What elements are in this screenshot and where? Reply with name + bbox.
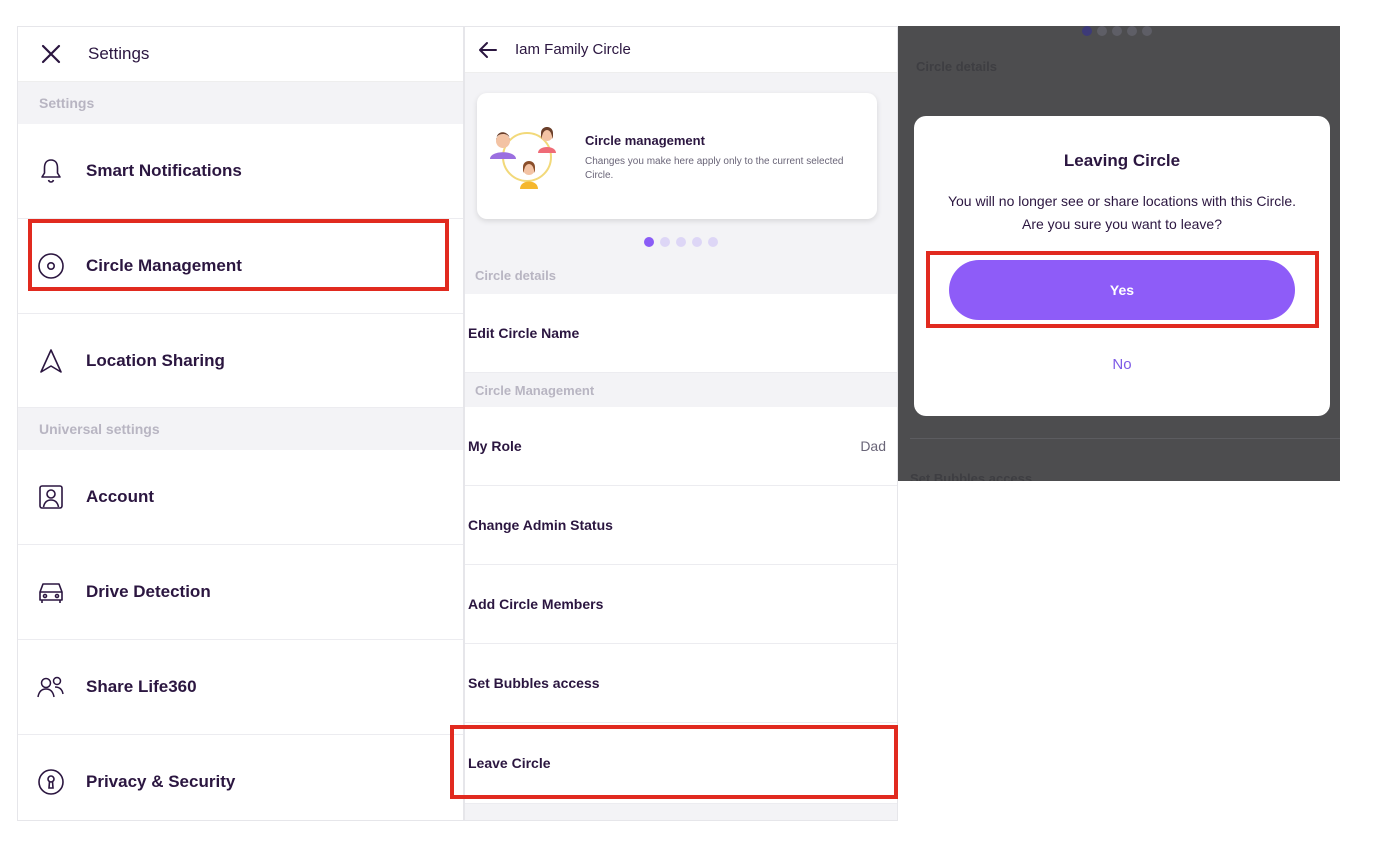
- row-label: My Role: [468, 438, 522, 454]
- section-header-settings: Settings: [18, 82, 463, 124]
- circle-header: Iam Family Circle: [465, 27, 897, 73]
- settings-item-label: Account: [86, 487, 154, 506]
- account-icon: [36, 482, 66, 512]
- dialog-panel: Circle details Set Bubbles access Leavin…: [898, 26, 1340, 481]
- carousel-dot[interactable]: [660, 237, 670, 247]
- car-icon: [36, 577, 66, 607]
- carousel-dot[interactable]: [676, 237, 686, 247]
- share-users-icon: [36, 672, 66, 702]
- dialog-message-line: You will no longer see or share location…: [947, 193, 1297, 209]
- info-card[interactable]: Circle management Changes you make here …: [477, 93, 877, 219]
- page-title: Settings: [88, 44, 150, 63]
- carousel-dot: [1097, 26, 1107, 36]
- my-role-row[interactable]: My Role Dad: [465, 407, 897, 486]
- settings-item-account[interactable]: Account: [18, 450, 463, 545]
- background-pagination: [1082, 26, 1152, 36]
- circle-title: Iam Family Circle: [515, 41, 631, 58]
- carousel-dot: [1082, 26, 1092, 36]
- carousel-dot[interactable]: [708, 237, 718, 247]
- carousel-dot: [1112, 26, 1122, 36]
- back-button[interactable]: [475, 37, 501, 63]
- close-button[interactable]: [36, 39, 66, 69]
- background-divider: [910, 438, 1340, 439]
- settings-panel: Settings Settings Smart Notifications Ci…: [17, 26, 464, 821]
- circle-panel: Iam Family Circle Circle management Chan…: [464, 26, 898, 821]
- carousel-dot[interactable]: [644, 237, 654, 247]
- settings-item-label: Privacy & Security: [86, 772, 236, 791]
- leave-circle-row[interactable]: Leave Circle: [465, 723, 897, 804]
- navigation-icon: [36, 346, 66, 376]
- dialog-title: Leaving Circle: [1063, 151, 1181, 170]
- no-button[interactable]: No: [1072, 350, 1172, 378]
- settings-item-location-sharing[interactable]: Location Sharing: [18, 314, 463, 408]
- section-header-universal: Universal settings: [18, 408, 463, 450]
- carousel-dot: [1127, 26, 1137, 36]
- row-label: Add Circle Members: [468, 596, 604, 612]
- settings-item-drive-detection[interactable]: Drive Detection: [18, 545, 463, 640]
- keyhole-icon: [36, 767, 66, 797]
- row-label: Change Admin Status: [468, 517, 613, 533]
- settings-item-label: Smart Notifications: [86, 161, 242, 180]
- edit-circle-name-row[interactable]: Edit Circle Name: [465, 294, 897, 373]
- settings-header: Settings: [18, 27, 463, 82]
- settings-item-label: Circle Management: [86, 256, 242, 275]
- row-label: Edit Circle Name: [468, 325, 580, 341]
- change-admin-status-row[interactable]: Change Admin Status: [465, 486, 897, 565]
- role-value: Dad: [860, 438, 886, 454]
- settings-item-label: Drive Detection: [86, 582, 211, 601]
- section-header-circle-details: Circle details: [475, 267, 556, 283]
- row-label: Set Bubbles access: [468, 675, 600, 691]
- dialog-message-line: Are you sure you want to leave?: [1021, 216, 1222, 232]
- section-header-circle-management: Circle Management: [475, 382, 595, 398]
- settings-item-smart-notifications[interactable]: Smart Notifications: [18, 124, 463, 219]
- set-bubbles-access-row[interactable]: Set Bubbles access: [465, 644, 897, 723]
- card-title: Circle management: [585, 133, 705, 148]
- background-row-label: Set Bubbles access: [910, 471, 1033, 481]
- carousel-pagination: [465, 228, 897, 256]
- settings-item-privacy-security[interactable]: Privacy & Security: [18, 735, 463, 820]
- row-label: Leave Circle: [468, 755, 551, 771]
- yes-button[interactable]: Yes: [949, 260, 1295, 320]
- circle-icon: [36, 251, 66, 281]
- add-circle-members-row[interactable]: Add Circle Members: [465, 565, 897, 644]
- settings-item-label: Location Sharing: [86, 350, 225, 370]
- arrow-left-icon: [479, 41, 497, 58]
- carousel-dot[interactable]: [692, 237, 702, 247]
- settings-item-label: Share Life360: [86, 677, 197, 696]
- close-icon: [41, 44, 61, 64]
- background-section-label: Circle details: [916, 59, 997, 74]
- leave-circle-dialog: Leaving Circle You will no longer see or…: [914, 116, 1330, 416]
- card-description: Changes you make here apply only to the …: [585, 156, 844, 181]
- circle-members-illustration: [490, 127, 556, 189]
- settings-item-circle-management[interactable]: Circle Management: [18, 219, 463, 314]
- carousel: Circle management Changes you make here …: [465, 73, 897, 228]
- carousel-dot: [1142, 26, 1152, 36]
- settings-item-share-life360[interactable]: Share Life360: [18, 640, 463, 735]
- dialog-message: You will no longer see or share location…: [924, 190, 1320, 236]
- bell-icon: [36, 156, 66, 186]
